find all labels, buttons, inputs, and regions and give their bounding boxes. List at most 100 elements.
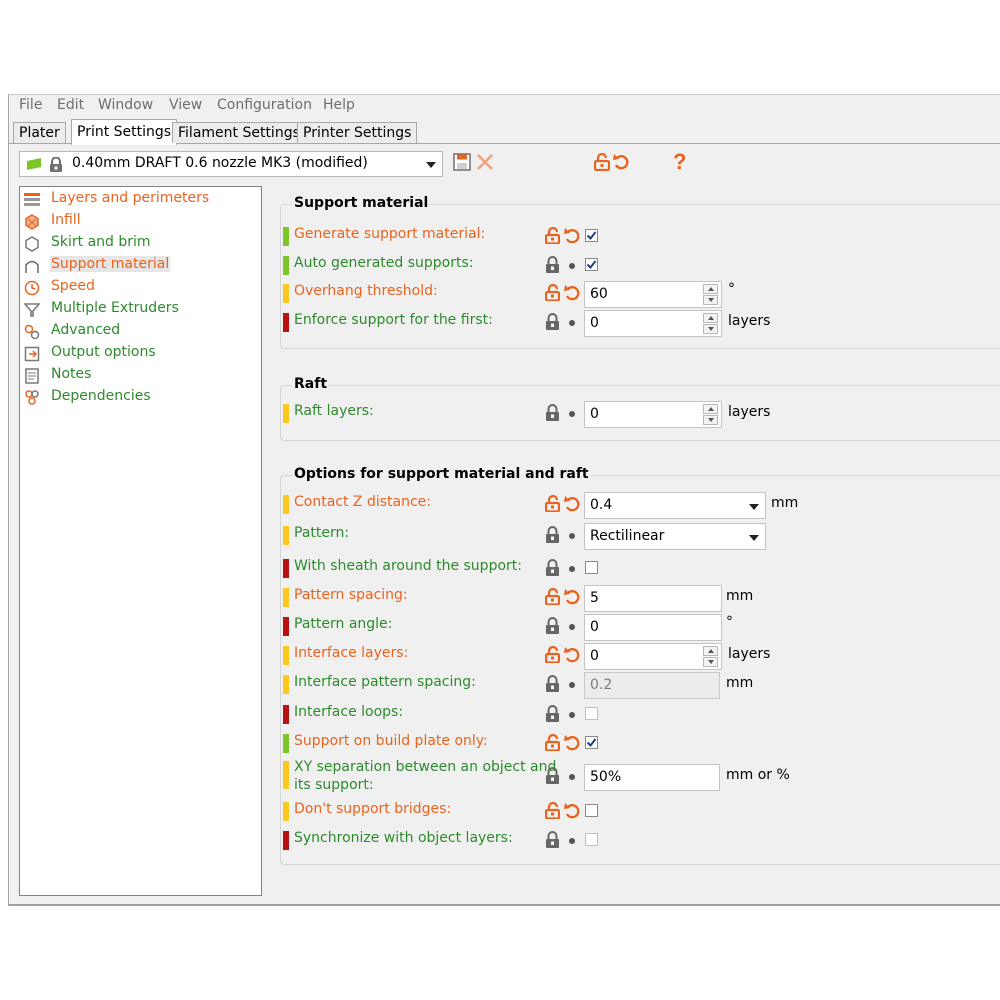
menu-bar: File Edit Window View Configuration Help [9, 95, 1000, 117]
extruder-icon [24, 303, 40, 317]
raft-layers-input[interactable]: 0 [584, 401, 722, 428]
status-bar [283, 675, 289, 694]
undo-icon[interactable] [564, 645, 580, 668]
help-icon[interactable]: ? [673, 149, 686, 175]
chevron-down-icon [749, 535, 759, 541]
save-icon[interactable] [453, 153, 471, 171]
interface-loops-label: Interface loops: [294, 704, 404, 720]
spin-buttons[interactable] [703, 646, 719, 667]
unlock-icon[interactable] [544, 587, 561, 609]
interface-spacing-input[interactable]: 0.2 [584, 672, 720, 699]
row-build-plate-only: Support on build plate only: [283, 731, 983, 755]
interface-loops-checkbox[interactable] [585, 707, 598, 720]
skirt-icon [25, 236, 39, 252]
undo-icon[interactable] [564, 801, 580, 824]
support-bridges-checkbox[interactable] [585, 804, 598, 817]
pattern-spacing-label: Pattern spacing: [294, 587, 408, 603]
auto-generated-checkbox[interactable] [585, 258, 598, 271]
unit-label: mm [771, 495, 799, 511]
menu-view[interactable]: View [169, 97, 202, 113]
speed-icon [24, 280, 40, 296]
row-interface-layers: Interface layers: 0 layers [283, 643, 983, 670]
pattern-angle-label: Pattern angle: [294, 616, 393, 632]
category-tree: Layers and perimeters Infill Skirt and b… [19, 186, 262, 896]
spin-buttons[interactable] [703, 404, 719, 425]
preset-dropdown[interactable]: 0.40mm DRAFT 0.6 nozzle MK3 (modified) [19, 151, 443, 177]
status-bar [283, 588, 289, 607]
tab-plater[interactable]: Plater [13, 122, 66, 143]
unlock-icon[interactable] [544, 801, 561, 823]
overhang-threshold-input[interactable]: 60 [584, 281, 722, 308]
lock-icon [545, 404, 560, 425]
chevron-down-icon [749, 504, 759, 510]
spin-buttons[interactable] [703, 313, 719, 334]
status-bar [283, 256, 289, 275]
lock-icon [545, 526, 560, 547]
interface-layers-input[interactable]: 0 [584, 643, 722, 670]
support-icon [25, 260, 39, 273]
undo-icon[interactable] [564, 226, 580, 249]
unit-label: layers [728, 646, 771, 662]
unlock-icon[interactable] [544, 733, 561, 755]
pattern-spacing-input[interactable]: 5 [584, 585, 722, 612]
row-overhang-threshold: Overhang threshold: 60 ° [283, 281, 983, 308]
status-bar [283, 617, 289, 636]
undo-icon[interactable] [564, 733, 580, 756]
unlock-icon[interactable] [544, 283, 561, 305]
lock-icon [545, 617, 560, 638]
dependencies-icon [25, 390, 39, 405]
menu-file[interactable]: File [19, 97, 42, 113]
interface-layers-label: Interface layers: [294, 645, 409, 661]
menu-help[interactable]: Help [323, 97, 355, 113]
tab-printer-settings[interactable]: Printer Settings [297, 122, 418, 143]
lock-icon [50, 157, 62, 172]
lock-icon [545, 705, 560, 726]
unlock-icon[interactable] [594, 153, 610, 171]
tab-filament-settings[interactable]: Filament Settings [172, 122, 306, 143]
status-bar [283, 802, 289, 821]
wrench-icon [24, 324, 40, 340]
auto-generated-label: Auto generated supports: [294, 255, 474, 271]
unlock-icon[interactable] [544, 645, 561, 667]
dot-icon [569, 838, 575, 844]
contact-z-combo[interactable]: 0.4 [584, 492, 766, 519]
spin-buttons[interactable] [703, 284, 719, 305]
dot-icon [569, 566, 575, 572]
enforce-support-input[interactable]: 0 [584, 310, 722, 337]
raft-layers-label: Raft layers: [294, 403, 374, 419]
dot-icon [569, 774, 575, 780]
unlock-icon[interactable] [544, 494, 561, 516]
undo-icon[interactable] [564, 587, 580, 610]
row-support-bridges: Don't support bridges: [283, 799, 983, 823]
menu-window[interactable]: Window [98, 97, 153, 113]
group-title: Options for support material and raft [292, 466, 591, 482]
row-interface-loops: Interface loops: [283, 702, 983, 726]
delete-icon[interactable] [476, 153, 494, 171]
undo-icon[interactable] [564, 283, 580, 306]
row-pattern-angle: Pattern angle: 0 ° [283, 614, 983, 641]
generate-support-checkbox[interactable] [585, 229, 598, 242]
sheath-checkbox[interactable] [585, 561, 598, 574]
tab-print-settings[interactable]: Print Settings [71, 119, 178, 145]
output-icon [24, 346, 40, 362]
synchronize-checkbox[interactable] [585, 833, 598, 846]
undo-icon[interactable] [564, 494, 580, 517]
unlock-icon[interactable] [544, 226, 561, 248]
pattern-angle-input[interactable]: 0 [584, 614, 722, 641]
lock-icon [545, 313, 560, 334]
xy-separation-input[interactable]: 50% [584, 764, 720, 791]
undo-icon[interactable] [613, 152, 630, 171]
dot-icon [569, 682, 575, 688]
dot-icon [569, 411, 575, 417]
menu-edit[interactable]: Edit [57, 97, 84, 113]
status-bar [283, 227, 289, 246]
build-plate-checkbox[interactable] [585, 736, 598, 749]
lock-icon [545, 256, 560, 277]
menu-configuration[interactable]: Configuration [217, 97, 312, 113]
sheath-label: With sheath around the support: [294, 558, 522, 574]
pattern-select[interactable]: Rectilinear [584, 523, 766, 550]
synchronize-label: Synchronize with object layers: [294, 830, 513, 846]
contact-z-label: Contact Z distance: [294, 494, 431, 510]
unit-label: ° [726, 614, 733, 630]
row-sheath: With sheath around the support: [283, 556, 983, 580]
